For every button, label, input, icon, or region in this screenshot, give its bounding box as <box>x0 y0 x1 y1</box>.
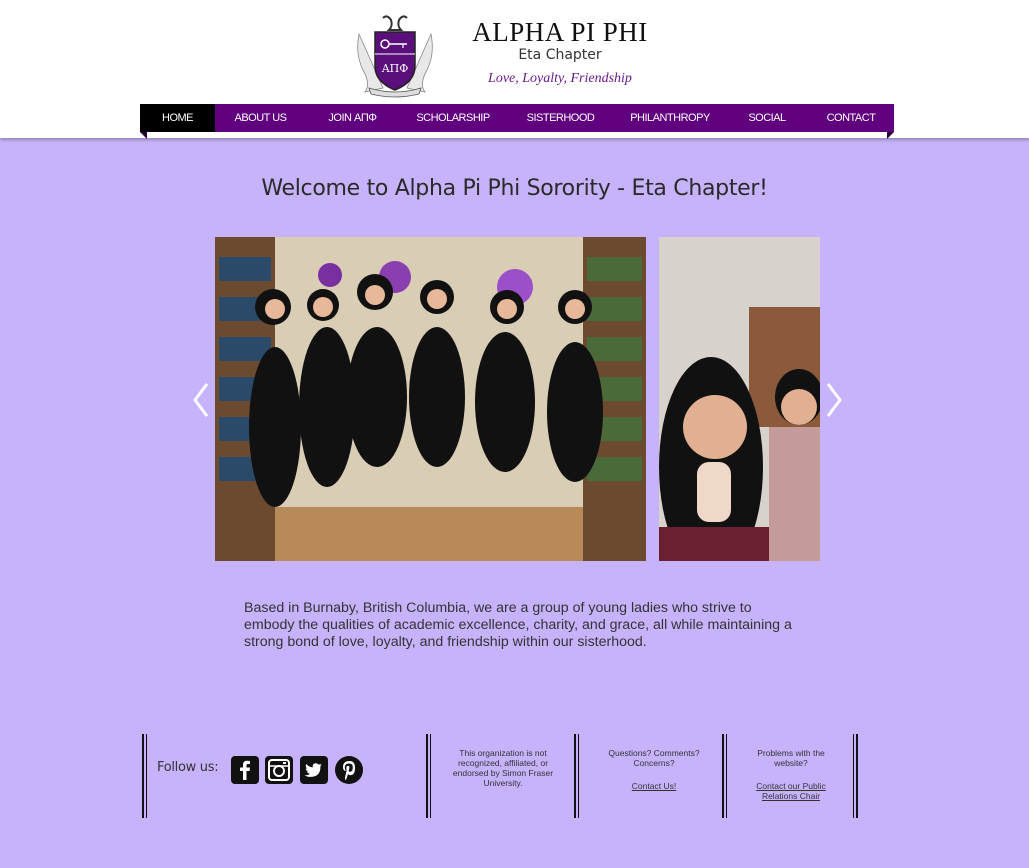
follow-us-label: Follow us: <box>157 760 219 775</box>
nav-ribbon-left <box>140 132 147 139</box>
footer-divider <box>430 734 431 818</box>
nav-scholarship[interactable]: SCHOLARSHIP <box>399 104 507 132</box>
nav-sisterhood[interactable]: SISTERHOOD <box>507 104 614 132</box>
nav-about-us[interactable]: ABOUT US <box>215 104 306 132</box>
footer-divider <box>853 734 854 818</box>
footer-divider <box>142 734 144 818</box>
main-nav: HOME ABOUT US JOIN ΑΠΦ SCHOLARSHIP SISTE… <box>140 104 894 132</box>
questions-text: Questions? Comments? Concerns? <box>608 748 700 768</box>
site-title: ALPHA PI PHI <box>472 17 648 47</box>
intro-paragraph: Based in Burnaby, British Columbia, we a… <box>244 600 792 650</box>
chevron-right-icon[interactable] <box>822 380 846 420</box>
footer-divider <box>146 734 147 818</box>
nav-join[interactable]: JOIN ΑΠΦ <box>306 104 399 132</box>
nav-social[interactable]: SOCIAL <box>726 104 808 132</box>
crest-logo: ΑΠΦ <box>357 15 433 98</box>
nav-ribbon-right <box>887 132 894 139</box>
slideshow-image-selfie[interactable] <box>659 237 820 561</box>
nav-home[interactable]: HOME <box>140 104 215 132</box>
twitter-icon[interactable] <box>300 756 328 784</box>
instagram-icon[interactable] <box>265 756 293 784</box>
contact-us-link[interactable]: Contact Us! <box>598 781 710 791</box>
slideshow-image-group-photo[interactable] <box>215 237 646 561</box>
nav-contact[interactable]: CONTACT <box>808 104 894 132</box>
selfie-photo-illustration <box>659 237 820 561</box>
footer-divider <box>722 734 724 818</box>
welcome-heading: Welcome to Alpha Pi Phi Sorority - Eta C… <box>261 176 768 201</box>
site-motto: Love, Loyalty, Friendship <box>488 71 632 86</box>
disclaimer-text: This organization is not recognized, aff… <box>452 748 554 788</box>
footer-divider <box>578 734 579 818</box>
site-subtitle: Eta Chapter <box>518 47 602 63</box>
group-photo-illustration <box>215 237 646 561</box>
footer-divider <box>856 734 858 818</box>
facebook-icon[interactable] <box>231 756 259 784</box>
pr-chair-link[interactable]: Contact our Public Relations Chair <box>744 781 838 801</box>
crest-letters: ΑΠΦ <box>381 62 409 75</box>
footer-divider <box>726 734 727 818</box>
chevron-left-icon[interactable] <box>189 380 213 420</box>
footer-divider <box>426 734 428 818</box>
problems-text: Problems with the website? <box>757 748 825 768</box>
footer-divider <box>574 734 576 818</box>
nav-philanthropy[interactable]: PHILANTHROPY <box>614 104 726 132</box>
pinterest-icon[interactable] <box>335 756 363 784</box>
